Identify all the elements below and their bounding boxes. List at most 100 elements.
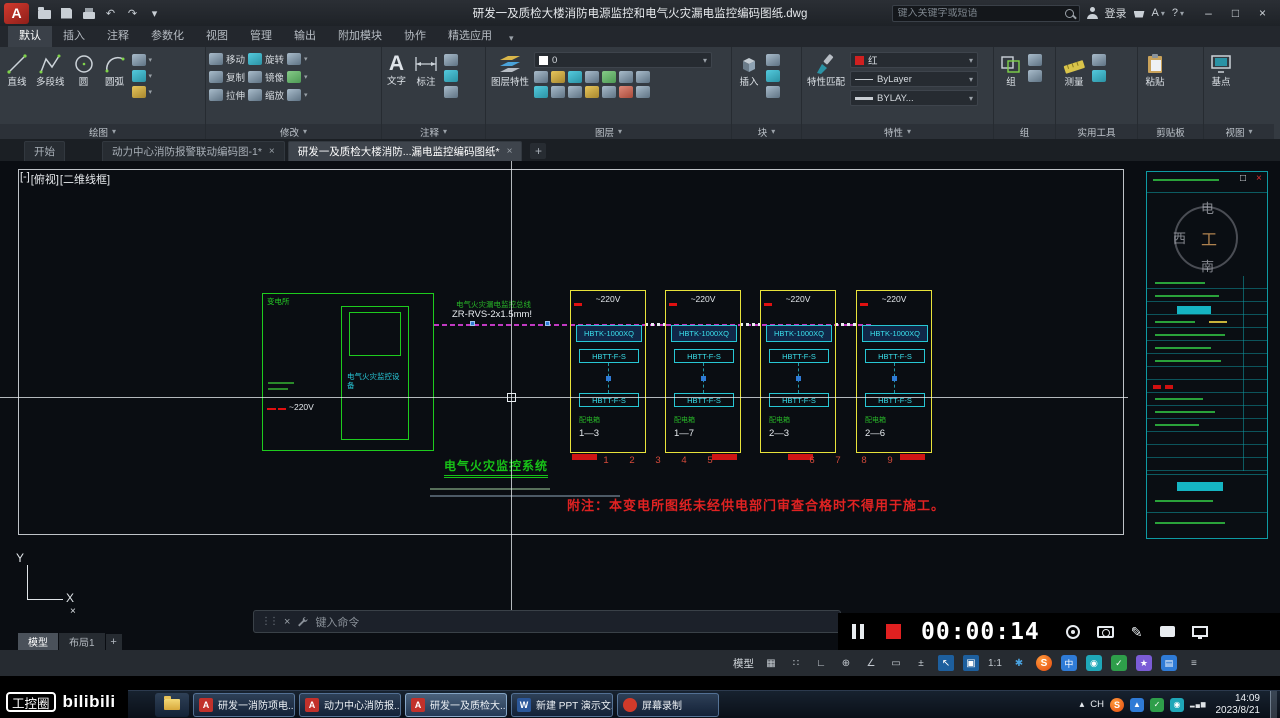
rotate-label[interactable]: 旋转: [265, 52, 284, 66]
layer-on-icon[interactable]: [534, 86, 549, 98]
line-button[interactable]: 直线: [3, 50, 31, 124]
copy-label[interactable]: 复制: [226, 70, 245, 84]
qat-caret-icon[interactable]: ▾: [145, 5, 164, 22]
layer-merge-icon[interactable]: [602, 86, 617, 98]
annotation-scale-button[interactable]: 1:1: [988, 658, 1002, 669]
ribbon-tab-default[interactable]: 默认: [8, 24, 52, 47]
file-tab-1[interactable]: 动力中心消防报警联动编码图-1* ×: [102, 141, 285, 161]
help-menu[interactable]: ? ▾: [1172, 7, 1184, 19]
stretch-label[interactable]: 拉伸: [226, 88, 245, 102]
modify-panel-label[interactable]: 修改 ▾: [206, 124, 381, 139]
scale-label[interactable]: 缩放: [265, 88, 284, 102]
sogou-ime-icon[interactable]: S: [1035, 655, 1052, 671]
chat-bubble-icon[interactable]: [1159, 626, 1175, 637]
ime-check-icon[interactable]: ✓: [1110, 655, 1127, 671]
edit-attribute-icon[interactable]: [766, 54, 780, 66]
redo-button[interactable]: ↷: [123, 5, 142, 22]
properties-panel-label[interactable]: 特性 ▾: [802, 124, 993, 139]
network-icon[interactable]: ▂▄▆: [1190, 701, 1206, 708]
close-button[interactable]: ×: [1249, 1, 1276, 25]
ribbon-tab-addins[interactable]: 附加模块: [327, 24, 393, 47]
model-tab[interactable]: 模型: [18, 633, 58, 650]
clipboard-panel-label[interactable]: 剪贴板: [1138, 124, 1203, 139]
save-icon[interactable]: [57, 5, 76, 22]
ime-star-icon[interactable]: ★: [1135, 655, 1152, 671]
dimension-button[interactable]: 标注: [411, 50, 441, 124]
group-button[interactable]: 组: [997, 50, 1025, 124]
view-panel-label[interactable]: 视图 ▾: [1204, 124, 1274, 139]
viewport-close-icon[interactable]: ×: [1256, 173, 1262, 184]
selection-cursor-icon[interactable]: ↖: [938, 655, 954, 671]
mirror-icon[interactable]: [248, 70, 263, 83]
taskbar-item-4[interactable]: W 新建 PPT 演示文...: [511, 692, 613, 717]
chevron-down-icon[interactable]: ▾: [304, 55, 308, 63]
monitor-icon[interactable]: [1191, 626, 1208, 639]
leader-icon[interactable]: [444, 54, 459, 66]
polar-toggle-icon[interactable]: ⊕: [838, 655, 854, 671]
mirror-label[interactable]: 镜像: [265, 70, 284, 84]
model-space-button[interactable]: 模型: [733, 656, 754, 671]
layer-state-icon[interactable]: [585, 86, 600, 98]
tray-app-icon[interactable]: ◉: [1170, 697, 1185, 712]
taskbar-item-3[interactable]: A 研发一及质检大...: [405, 692, 507, 717]
array-icon[interactable]: [287, 88, 302, 101]
ribbon-tab-annotate[interactable]: 注释: [96, 24, 140, 47]
copy-icon[interactable]: [209, 70, 223, 83]
search-input[interactable]: [897, 7, 1060, 19]
hidden-icons-button[interactable]: ▴: [1080, 699, 1085, 710]
ime-voice-icon[interactable]: ◉: [1085, 655, 1102, 671]
layer-freeze-icon[interactable]: [551, 71, 566, 83]
layer-thaw-icon[interactable]: [551, 86, 566, 98]
autocad-logo-icon[interactable]: A: [4, 2, 29, 24]
security-shield-icon[interactable]: ✓: [1150, 697, 1165, 712]
move-icon[interactable]: [209, 52, 223, 65]
drawing-canvas[interactable]: [-] [俯视] [二维线框] 变电所 电气火灾监控设备 ~220V 电气火灾漏…: [0, 161, 1280, 650]
command-input[interactable]: 键入命令: [315, 614, 359, 630]
osnap-toggle-icon[interactable]: ∠: [863, 655, 879, 671]
ortho-toggle-icon[interactable]: ∟: [813, 655, 829, 671]
draw-panel-label[interactable]: 绘图 ▾: [0, 124, 205, 139]
new-file-icon[interactable]: [35, 5, 54, 22]
chevron-down-icon[interactable]: ▾: [149, 72, 153, 80]
ribbon-tab-caret-icon[interactable]: ▾: [503, 30, 520, 47]
ime-keyboard-icon[interactable]: ▤: [1160, 655, 1177, 671]
lineweight-toggle-icon[interactable]: ▭: [888, 655, 904, 671]
login-button[interactable]: 登录: [1105, 5, 1127, 21]
layer-isolate-icon[interactable]: [585, 71, 600, 83]
maximize-button[interactable]: □: [1222, 1, 1249, 25]
insert-block-button[interactable]: 插入: [735, 50, 763, 124]
dynamic-input-icon[interactable]: ±: [913, 655, 929, 671]
polyline-button[interactable]: 多段线: [34, 50, 67, 124]
fillet-icon[interactable]: [287, 70, 302, 83]
layer-walk-icon[interactable]: [619, 71, 634, 83]
block-panel-label[interactable]: 块 ▾: [732, 124, 801, 139]
search-icon[interactable]: [1064, 8, 1074, 18]
print-icon[interactable]: [79, 5, 98, 22]
move-label[interactable]: 移动: [226, 52, 245, 66]
layer-match-icon[interactable]: [602, 71, 617, 83]
trim-icon[interactable]: [287, 52, 302, 65]
layer-delete-icon[interactable]: [619, 86, 634, 98]
wrench-icon[interactable]: [297, 616, 309, 627]
minimize-button[interactable]: –: [1195, 1, 1222, 25]
tray-app-icon[interactable]: ▲: [1130, 697, 1145, 712]
layer-properties-button[interactable]: 图层特性: [489, 50, 531, 124]
rectangle-icon[interactable]: [131, 54, 146, 66]
group-edit-icon[interactable]: [1028, 70, 1042, 82]
customize-menu-icon[interactable]: ≡: [1186, 655, 1202, 671]
ribbon-tab-manage[interactable]: 管理: [239, 24, 283, 47]
taskbar-item-5[interactable]: 屏幕录制: [617, 692, 719, 717]
hatch-icon[interactable]: [131, 86, 146, 98]
selection-cycling-icon[interactable]: ▣: [963, 655, 979, 671]
layer-off-icon[interactable]: [534, 71, 549, 83]
chevron-down-icon[interactable]: ▾: [149, 88, 153, 96]
groups-panel-label[interactable]: 组: [994, 124, 1055, 139]
multileader-icon[interactable]: [444, 86, 459, 98]
quick-select-icon[interactable]: [1092, 54, 1106, 66]
file-tab-2-active[interactable]: 研发一及质检大楼消防...漏电监控编码图纸* ×: [287, 141, 523, 161]
language-indicator[interactable]: CH: [1090, 699, 1104, 710]
autodesk-a-menu[interactable]: A ▾: [1152, 7, 1165, 19]
camera-icon[interactable]: [1096, 625, 1114, 638]
file-tab-start[interactable]: 开始: [24, 141, 65, 161]
layers-panel-label[interactable]: 图层 ▾: [486, 124, 731, 139]
